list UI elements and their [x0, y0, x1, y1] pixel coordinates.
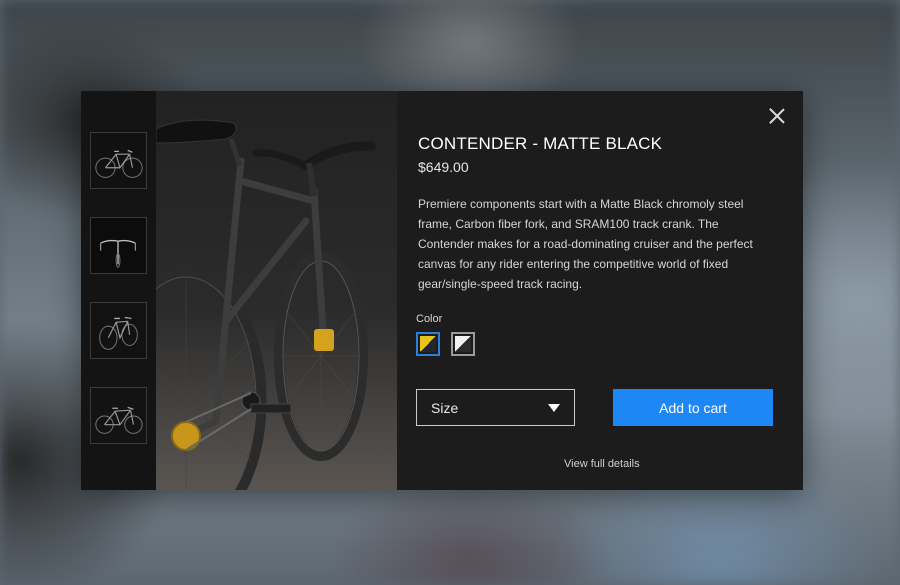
close-icon[interactable] [769, 108, 785, 124]
thumbnail-side-view[interactable] [90, 132, 147, 189]
thumbnail-front-view[interactable] [90, 217, 147, 274]
product-title: CONTENDER - MATTE BLACK [418, 134, 663, 153]
product-quick-view-modal: CONTENDER - MATTE BLACK $649.00 Premiere… [81, 91, 803, 490]
color-swatch-black-gold[interactable] [416, 332, 440, 356]
thumbnail-angle-view[interactable] [90, 302, 147, 359]
add-to-cart-button[interactable]: Add to cart [613, 389, 773, 426]
view-full-details-link[interactable]: View full details [564, 458, 640, 470]
thumbnail-profile-view[interactable] [90, 387, 147, 444]
product-price: $649.00 [418, 159, 469, 175]
thumbnail-strip [81, 91, 156, 490]
color-label: Color [416, 313, 443, 325]
size-dropdown[interactable]: Size [416, 389, 575, 426]
product-description: Premiere components start with a Matte B… [418, 197, 753, 291]
size-dropdown-label: Size [431, 399, 459, 416]
color-swatch-black-white[interactable] [451, 332, 475, 356]
chevron-down-icon [548, 403, 560, 412]
product-info-panel: CONTENDER - MATTE BLACK $649.00 Premiere… [397, 91, 803, 490]
product-main-image [156, 91, 397, 490]
